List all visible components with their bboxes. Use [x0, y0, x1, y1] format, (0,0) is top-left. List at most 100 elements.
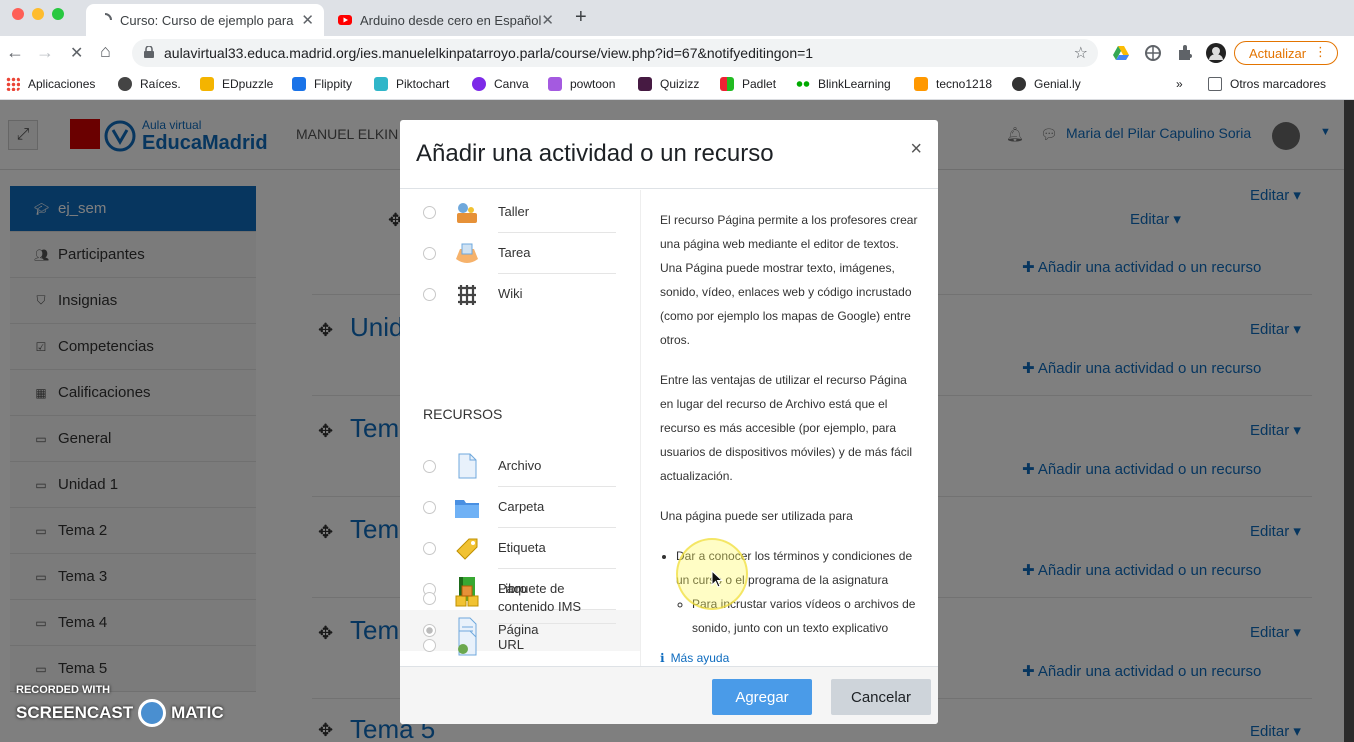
bookmark-item[interactable]: Quizizz [638, 77, 699, 91]
padlet-icon [720, 77, 734, 91]
option-taller[interactable]: Taller [400, 192, 640, 233]
screencast-logo-icon [138, 699, 167, 727]
watermark-line3: MATIC [171, 703, 224, 722]
add-activity-modal: Añadir una actividad o un recurso × Tall… [400, 120, 938, 724]
bookmarks-bar: Aplicaciones Raíces. EDpuzzle Flippity P… [0, 70, 1354, 100]
option-archivo[interactable]: Archivo [400, 446, 640, 487]
canva-icon [472, 77, 486, 91]
file-icon [458, 453, 477, 479]
profile-avatar[interactable] [1206, 43, 1226, 63]
help-paragraph: Entre las ventajas de utilizar el recurs… [660, 373, 913, 483]
assignment-icon [456, 243, 478, 263]
other-bookmarks-folder[interactable]: Otros marcadores [1208, 77, 1326, 91]
tab-youtube[interactable]: Arduino desde cero en Español ✕ [326, 4, 564, 36]
bookmark-item[interactable]: powtoon [548, 77, 615, 91]
bookmark-label: tecno1218 [936, 77, 993, 91]
option-radio[interactable] [423, 288, 436, 301]
loading-spinner-icon [104, 13, 112, 21]
option-radio[interactable] [423, 592, 436, 605]
option-paquete-ims[interactable]: Paquete de contenido IMS [400, 572, 640, 624]
more-help-link[interactable]: ℹ Más ayuda [660, 646, 918, 666]
bookmark-label: Piktochart [396, 77, 450, 91]
label-icon [456, 538, 478, 560]
tab-title: Curso: Curso de ejemplo para [120, 12, 294, 28]
powtoon-icon [548, 77, 562, 91]
more-menu-icon: ⋮ [1314, 44, 1327, 59]
raices-icon [118, 77, 132, 91]
option-label: Paquete de contenido IMS [498, 581, 582, 614]
option-radio[interactable] [423, 639, 436, 652]
workshop-icon [457, 203, 477, 223]
activity-chooser-list-tail: Paquete de contenido IMS URL [400, 570, 640, 666]
modal-title: Añadir una actividad o un recurso [416, 140, 774, 167]
bookmark-item[interactable]: EDpuzzle [200, 77, 273, 91]
bookmark-item[interactable]: Raíces. [118, 77, 181, 91]
bookmark-item[interactable]: Genial.ly [1012, 77, 1081, 91]
extension-globe-icon[interactable] [1144, 44, 1162, 62]
bookmark-label: powtoon [570, 77, 616, 91]
help-paragraph: Una página puede ser utilizada para [660, 509, 853, 523]
bookmark-label: Otros marcadores [1230, 77, 1327, 91]
close-window-button[interactable] [12, 8, 24, 20]
option-label: URL [498, 637, 525, 652]
mouse-pointer-icon [711, 570, 723, 588]
bookmark-star-icon[interactable]: ☆ [1074, 43, 1088, 63]
bookmark-item[interactable]: Flippity [292, 77, 352, 91]
bookmark-item[interactable]: Aplicaciones [6, 77, 95, 91]
apps-grid-icon [6, 77, 20, 91]
bookmark-item[interactable]: tecno1218 [914, 77, 992, 91]
option-radio[interactable] [423, 460, 436, 473]
watermark-line1: RECORDED WITH [16, 684, 111, 696]
option-label: Taller [498, 204, 530, 219]
browser-tab-strip: Curso: Curso de ejemplo para ✕ Arduino d… [0, 0, 1354, 36]
option-carpeta[interactable]: Carpeta [400, 487, 640, 528]
bookmark-item[interactable]: Canva [472, 77, 529, 91]
genially-icon [1012, 77, 1026, 91]
bookmark-item[interactable]: Piktochart [374, 77, 449, 91]
close-tab-icon[interactable]: ✕ [541, 11, 554, 29]
more-bookmarks-button[interactable]: » [1176, 77, 1183, 91]
option-label: Etiqueta [498, 540, 546, 555]
bookmark-item[interactable]: Padlet [720, 77, 776, 91]
flippity-icon [292, 77, 306, 91]
bookmark-item[interactable]: BlinkLearning [796, 77, 891, 91]
cancel-button[interactable]: Cancelar [831, 679, 931, 715]
update-label: Actualizar [1249, 45, 1307, 61]
close-icon[interactable]: × [910, 138, 922, 161]
window-edge [1344, 100, 1354, 742]
option-radio[interactable] [423, 501, 436, 514]
option-url[interactable]: URL [400, 626, 640, 666]
option-tarea[interactable]: Tarea [400, 233, 640, 274]
bookmark-label: Canva [494, 77, 529, 91]
tecno-icon [914, 77, 928, 91]
option-etiqueta[interactable]: Etiqueta [400, 528, 640, 569]
option-wiki[interactable]: Wiki [400, 274, 640, 315]
quizizz-icon [638, 77, 652, 91]
new-tab-button[interactable]: + [575, 6, 587, 29]
bookmark-label: Flippity [314, 77, 353, 91]
google-drive-icon[interactable] [1112, 44, 1130, 62]
modal-header: Añadir una actividad o un recurso × [400, 120, 938, 189]
back-arrow-icon[interactable]: ← [6, 42, 24, 63]
tab-course[interactable]: Curso: Curso de ejemplo para ✕ [86, 4, 324, 36]
minimize-window-button[interactable] [32, 8, 44, 20]
option-radio[interactable] [423, 206, 436, 219]
option-radio[interactable] [423, 247, 436, 260]
agregar-button[interactable]: Agregar [712, 679, 812, 715]
home-icon[interactable]: ⌂ [100, 41, 111, 62]
address-bar[interactable]: aulavirtual33.educa.madrid.org/ies.manue… [132, 39, 1098, 67]
option-radio[interactable] [423, 542, 436, 555]
forward-arrow-icon[interactable]: → [36, 42, 54, 63]
stop-loading-icon[interactable]: ✕ [70, 43, 83, 63]
option-label: Wiki [498, 286, 523, 301]
maximize-window-button[interactable] [52, 8, 64, 20]
update-browser-button[interactable]: Actualizar ⋮ [1234, 41, 1338, 65]
close-tab-icon[interactable]: ✕ [301, 11, 314, 29]
bookmark-label: Raíces. [140, 77, 181, 91]
info-icon: ℹ [660, 651, 665, 665]
wiki-icon [458, 285, 476, 305]
more-bookmarks-chevron-icon: » [1176, 77, 1183, 91]
edpuzzle-icon [200, 77, 214, 91]
puzzle-extensions-icon[interactable] [1176, 44, 1194, 62]
bookmark-label: Quizizz [660, 77, 700, 91]
